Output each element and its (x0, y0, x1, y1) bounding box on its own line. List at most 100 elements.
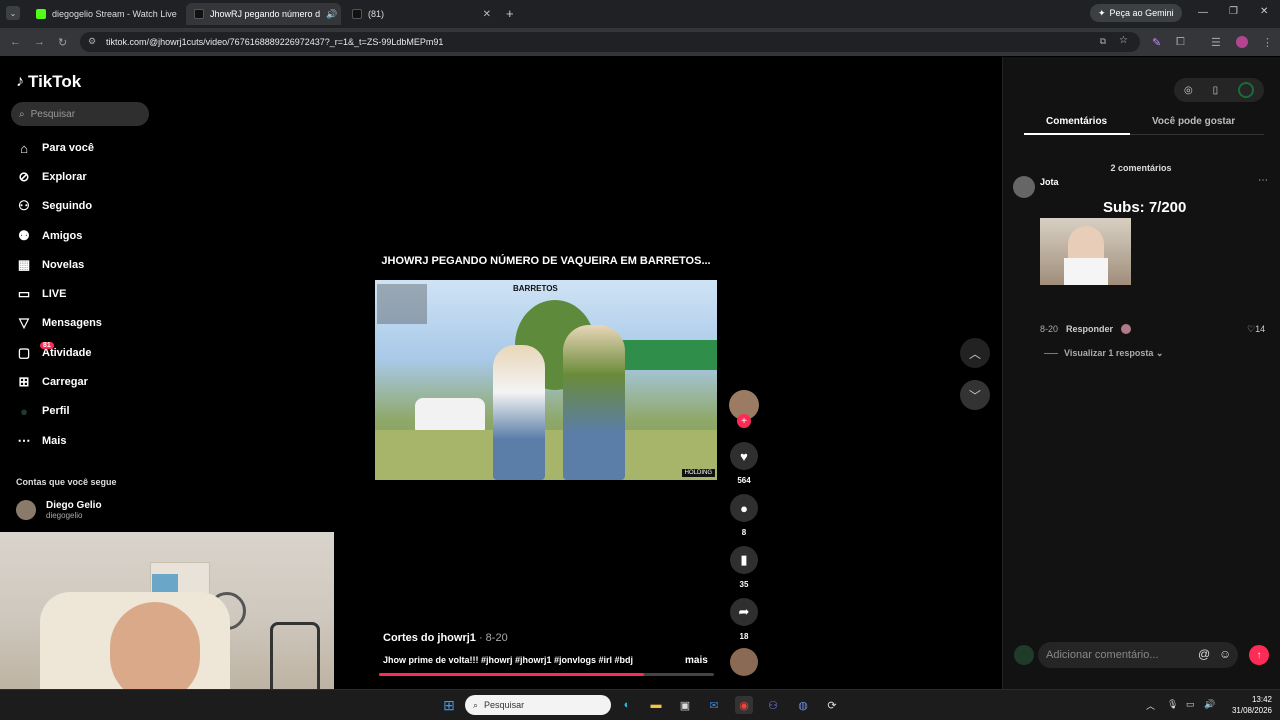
sidebar-item-explorar[interactable]: ⊘ Explorar (16, 167, 87, 187)
comment-like[interactable]: ♡14 (1247, 324, 1265, 335)
comment-date: 8-20 (1040, 324, 1059, 334)
back-arrow-icon[interactable]: ← (10, 36, 21, 48)
logo-text: TikTok (28, 72, 82, 91)
reply-line (1044, 353, 1058, 355)
windows-start-icon[interactable]: ⊞ (440, 696, 458, 714)
sidebar-item-live[interactable]: ▭ LIVE (16, 284, 67, 304)
tab-active-indicator (1024, 133, 1130, 135)
person-right (563, 325, 625, 480)
comment-author[interactable]: Jota (1040, 177, 1059, 187)
video-title-overlay: JHOWRJ PEGANDO NÚMERO DE VAQUEIRA EM BAR… (381, 255, 711, 267)
reply-button[interactable]: Responder (1066, 324, 1113, 334)
minimize-window-icon[interactable]: — (1198, 7, 1208, 18)
view-replies-label: Visualizar 1 resposta (1064, 348, 1154, 358)
translate-icon[interactable]: ⧉ (1100, 36, 1106, 47)
browser-tab-tiktok-81[interactable]: (81) ✕ (344, 3, 499, 25)
sidebar-item-carregar[interactable]: ⊞ Carregar (16, 372, 88, 392)
sidebar-item-label: Amigos (42, 230, 83, 242)
mention-icon[interactable]: @ (1198, 647, 1210, 661)
live-chat-overlay (377, 284, 427, 324)
post-comment-button[interactable]: ↑ (1249, 645, 1269, 665)
site-info-icon[interactable]: ⚙ (88, 36, 96, 47)
edge-icon[interactable]: ◐ (618, 696, 636, 714)
avatar[interactable] (1013, 176, 1035, 198)
sidebar-item-label: Novelas (42, 259, 85, 271)
video-progress-bar[interactable] (379, 673, 714, 676)
discord-icon[interactable]: ◍ (794, 696, 812, 714)
previous-video-button[interactable]: ︿ (960, 338, 990, 368)
music-disc-avatar[interactable] (730, 648, 758, 676)
browser-tab-tiktok-video[interactable]: JhowRJ pegando número d 🔊 ✕ (186, 3, 341, 25)
share-count: 18 (739, 632, 749, 641)
browser-tab-kick[interactable]: diegogelio Stream - Watch Live ✕ (28, 3, 183, 25)
system-clock[interactable]: 13:42 31/08/2026 (1222, 694, 1272, 716)
phone-icon[interactable]: ▯ (1213, 85, 1219, 96)
video-player[interactable]: BARRETOS HOLDING (375, 280, 717, 480)
network-icon[interactable]: ▭ (1186, 699, 1195, 710)
reload-icon[interactable]: ↻ (58, 36, 67, 49)
emoji-icon[interactable]: ☺ (1219, 647, 1231, 661)
microphone-icon[interactable]: 🎙 (1167, 699, 1178, 710)
audio-icon[interactable]: 🔊 (326, 9, 337, 20)
outlook-icon[interactable]: ✉ (705, 696, 723, 714)
sidebar-item-perfil[interactable]: ● Perfil (16, 401, 69, 421)
url-field[interactable]: ⚙ tiktok.com/@jhowrj1cuts/video/76761688… (80, 32, 1140, 52)
maximize-window-icon[interactable]: ❐ (1229, 6, 1238, 17)
file-explorer-icon[interactable]: ▬ (647, 696, 665, 714)
compass-icon: ⊘ (18, 169, 30, 184)
sidebar-item-mensagens[interactable]: ▽ Mensagens (16, 313, 102, 333)
new-tab-button[interactable]: + (506, 6, 514, 21)
volume-icon[interactable]: 🔊 (1204, 699, 1215, 710)
taskbar-search[interactable]: ⌕ Pesquisar (465, 695, 611, 715)
next-video-button[interactable]: ﹀ (960, 380, 990, 410)
extension-pen-icon[interactable]: ✎ (1152, 36, 1161, 49)
browser-menu-icon[interactable]: ⋮ (1262, 36, 1273, 49)
tiktok-logo[interactable]: ♪ TikTok (16, 72, 81, 92)
app-icon[interactable]: ⟳ (823, 696, 841, 714)
tab-suggested[interactable]: Você pode gostar (1152, 116, 1235, 127)
video-date: · 8-20 (475, 632, 508, 644)
sidebar-item-atividade[interactable]: ▢ 81 Atividade (16, 342, 92, 363)
search-placeholder: Pesquisar (30, 108, 76, 120)
share-button[interactable]: ➦ (730, 598, 758, 626)
gemini-sparkle-icon: ✦ (1098, 7, 1106, 18)
sidebar-item-para-voc-[interactable]: ⌂ Para você (16, 138, 94, 158)
save-button[interactable]: ▮ (730, 546, 758, 574)
video-author[interactable]: Cortes do jhowrj1 · 8-20 (383, 632, 508, 644)
following-account-item[interactable]: Diego Gelio diegogelio (16, 500, 102, 520)
user-avatar-ring[interactable] (1238, 82, 1255, 98)
sidebar-item-mais[interactable]: ⋯ Mais (16, 431, 67, 451)
reading-list-icon[interactable]: ☰ (1211, 36, 1221, 49)
home-icon: ⌂ (20, 140, 28, 156)
tab-search-button[interactable]: ⌄ (6, 6, 20, 20)
chrome-icon[interactable]: ◉ (735, 696, 753, 714)
compass-small-icon[interactable]: ◎ (1184, 85, 1193, 96)
comment-more-icon[interactable]: ⋯ (1258, 175, 1268, 186)
close-window-icon[interactable]: ✕ (1260, 6, 1268, 17)
progress-fill (379, 673, 644, 676)
bookmark-star-icon[interactable]: ☆ (1119, 35, 1128, 46)
extensions-puzzle-icon[interactable]: ⧠ (1176, 36, 1185, 49)
forward-arrow-icon[interactable]: → (34, 36, 45, 48)
sidebar-item-amigos[interactable]: ⚉ Amigos (16, 226, 82, 246)
view-replies-button[interactable]: Visualizar 1 resposta ⌄ (1044, 348, 1163, 359)
comment-button[interactable]: ● (730, 494, 758, 522)
comment-image[interactable] (1040, 218, 1131, 285)
teams-icon[interactable]: ⚇ (764, 696, 782, 714)
following-icon: ⚇ (18, 198, 30, 213)
taskbar-search-placeholder: Pesquisar (484, 700, 525, 710)
profile-avatar[interactable] (1236, 36, 1248, 48)
sidebar-item-seguindo[interactable]: ⚇ Seguindo (16, 196, 92, 216)
shirt-in-image (1064, 258, 1108, 285)
sidebar-item-novelas[interactable]: ▦ Novelas (16, 255, 84, 275)
tray-chevron-up-icon[interactable]: ︿ (1146, 699, 1155, 712)
close-tab-icon[interactable]: ✕ (483, 9, 491, 20)
follow-plus-icon[interactable]: + (737, 414, 751, 428)
gemini-button[interactable]: ✦ Peça ao Gemini (1090, 4, 1182, 22)
search-input[interactable]: ⌕ Pesquisar (11, 102, 149, 126)
store-icon[interactable]: ▣ (676, 696, 694, 714)
tab-comments[interactable]: Comentários (1046, 116, 1107, 127)
like-button[interactable]: ♥ (730, 442, 758, 470)
author-name: Cortes do jhowrj1 (383, 632, 476, 644)
more-button[interactable]: mais (685, 655, 708, 666)
